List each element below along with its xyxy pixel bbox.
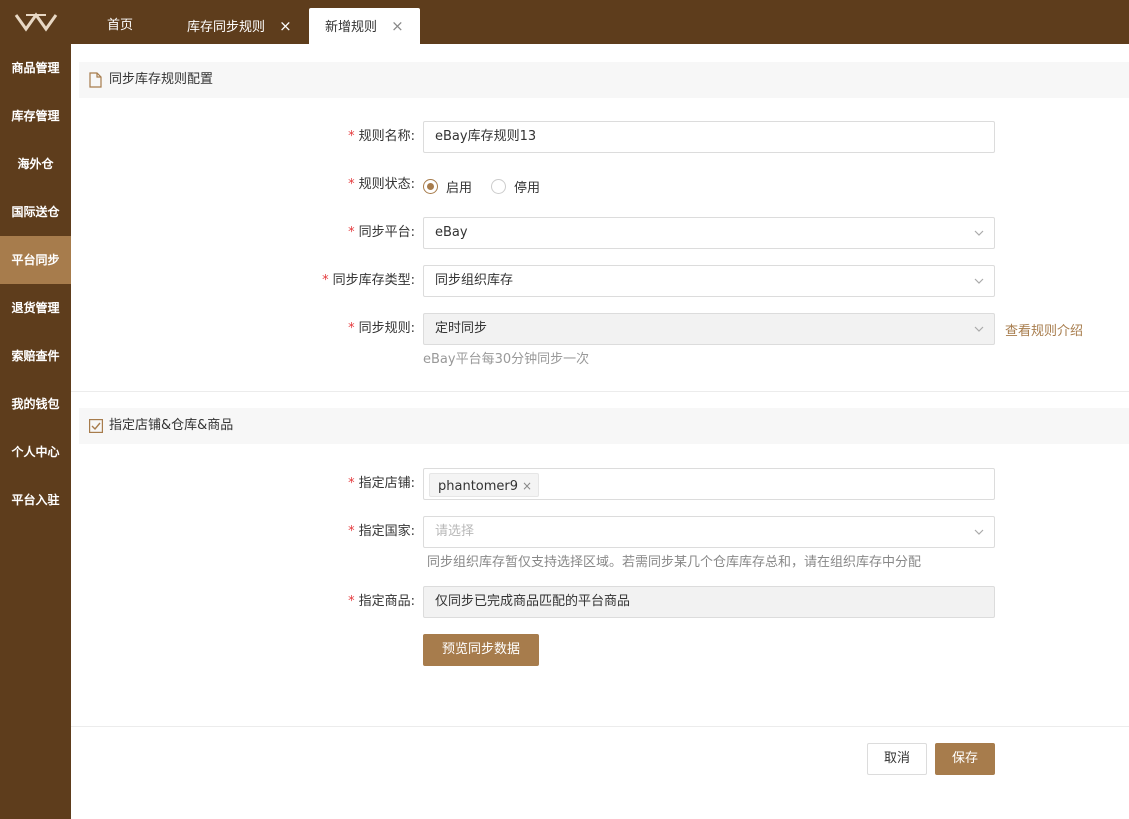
- platform-select[interactable]: eBay: [423, 217, 995, 249]
- tab-home-label: 首页: [107, 18, 134, 33]
- rule-name-label: * 规则名称:: [348, 129, 415, 144]
- sidebar-item-platform-onboarding[interactable]: 平台入驻: [0, 476, 71, 524]
- country-placeholder: 请选择: [435, 524, 475, 539]
- close-icon[interactable]: ×: [279, 17, 292, 35]
- sidebar-item-inventory[interactable]: 库存管理: [0, 92, 71, 140]
- sidebar-item-claims[interactable]: 索赔查件: [0, 332, 71, 380]
- chevron-down-icon: [974, 278, 984, 284]
- country-hint: 同步组织库存暂仅支持选择区域。若需同步某几个仓库库存总和，请在组织库存中分配: [427, 555, 922, 570]
- close-icon[interactable]: ×: [522, 479, 532, 493]
- save-button[interactable]: 保存: [935, 743, 995, 775]
- stock-type-select[interactable]: 同步组织库存: [423, 265, 995, 297]
- sync-rule-select[interactable]: 定时同步: [423, 313, 995, 345]
- sidebar-item-platform-sync[interactable]: 平台同步: [0, 236, 71, 284]
- stock-type-value: 同步组织库存: [435, 273, 514, 288]
- country-select[interactable]: 请选择: [423, 516, 995, 548]
- product-field: 仅同步已完成商品匹配的平台商品: [423, 586, 995, 618]
- section-shop-title: 指定店铺&仓库&商品: [109, 418, 234, 433]
- chevron-down-icon: [974, 529, 984, 535]
- shop-select[interactable]: phantomer9 ×: [423, 468, 995, 500]
- platform-label: * 同步平台:: [348, 225, 415, 240]
- stock-type-label: * 同步库存类型:: [322, 273, 415, 288]
- tab-stock-sync-rules[interactable]: 库存同步规则 ×: [187, 8, 292, 44]
- main-content: 同步库存规则配置 * 规则名称: eBay库存规则13 * 规则状态: 启用 停用 …: [71, 44, 1129, 819]
- document-icon: [89, 72, 102, 88]
- view-rule-intro-link[interactable]: 查看规则介绍: [1005, 320, 1083, 339]
- section-rule-config-header: 同步库存规则配置: [79, 62, 1129, 98]
- section-shop-header: 指定店铺&仓库&商品: [79, 408, 1129, 444]
- status-enabled-radio[interactable]: 启用: [423, 177, 472, 196]
- sidebar-item-returns[interactable]: 退货管理: [0, 284, 71, 332]
- cancel-button[interactable]: 取消: [867, 743, 927, 775]
- close-icon[interactable]: ×: [391, 17, 404, 35]
- sidebar-item-wallet[interactable]: 我的钱包: [0, 380, 71, 428]
- sidebar-item-products[interactable]: 商品管理: [0, 44, 71, 92]
- tab-new-rule-label: 新增规则: [325, 20, 378, 35]
- sync-rule-label: * 同步规则:: [348, 321, 415, 336]
- section-divider: [71, 391, 1129, 392]
- chevron-down-icon: [974, 326, 984, 332]
- tab-new-rule[interactable]: 新增规则 ×: [309, 8, 420, 44]
- status-disabled-radio[interactable]: 停用: [491, 177, 540, 196]
- rule-name-input[interactable]: eBay库存规则13: [423, 121, 995, 153]
- country-label: * 指定国家:: [348, 524, 415, 539]
- checkbox-icon: [89, 419, 103, 433]
- sync-rule-value: 定时同步: [435, 321, 488, 336]
- shop-label: * 指定店铺:: [348, 476, 415, 491]
- sync-rule-hint: eBay平台每30分钟同步一次: [423, 352, 590, 367]
- radio-unchecked-icon: [491, 179, 506, 194]
- radio-checked-icon: [423, 179, 438, 194]
- tab-stock-sync-rules-label: 库存同步规则: [187, 20, 266, 35]
- product-label: * 指定商品:: [348, 594, 415, 609]
- sidebar-item-overseas-warehouse[interactable]: 海外仓: [0, 140, 71, 188]
- footer-divider: [71, 726, 1129, 727]
- shop-tag-label: phantomer9: [438, 479, 519, 494]
- status-disabled-label: 停用: [514, 181, 541, 196]
- shop-tag: phantomer9 ×: [429, 473, 540, 497]
- chevron-down-icon: [974, 230, 984, 236]
- sidebar-item-personal-center[interactable]: 个人中心: [0, 428, 71, 476]
- sidebar: 商品管理 库存管理 海外仓 国际送仓 平台同步 退货管理 索赔查件 我的钱包 个…: [0, 44, 71, 819]
- section-rule-config-title: 同步库存规则配置: [109, 72, 214, 87]
- rule-status-label: * 规则状态:: [348, 177, 415, 192]
- top-bar: 首页 库存同步规则 × 新增规则 ×: [0, 0, 1129, 44]
- preview-sync-data-button[interactable]: 预览同步数据: [423, 634, 539, 666]
- status-enabled-label: 启用: [446, 181, 473, 196]
- sidebar-item-international-delivery[interactable]: 国际送仓: [0, 188, 71, 236]
- tab-home[interactable]: 首页: [107, 8, 133, 44]
- platform-value: eBay: [435, 225, 468, 240]
- logo-icon[interactable]: [0, 0, 71, 44]
